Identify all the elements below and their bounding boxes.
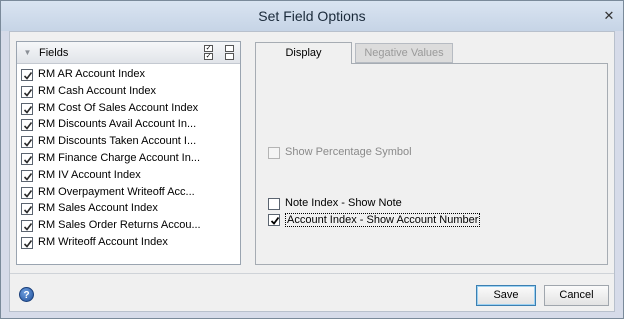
field-checkbox[interactable] bbox=[21, 236, 33, 249]
title-bar: Set Field Options ✕ bbox=[1, 1, 623, 31]
field-list-item[interactable]: RM Overpayment Writeoff Acc... bbox=[21, 185, 237, 202]
field-checkbox[interactable] bbox=[21, 69, 33, 81]
field-label[interactable]: RM Discounts Taken Account I... bbox=[38, 135, 196, 147]
fields-list: RM AR Account Index RM Cash Account Index… bbox=[21, 67, 237, 252]
fields-header-label: Fields bbox=[39, 47, 69, 59]
field-checkbox[interactable] bbox=[21, 169, 33, 182]
footer-separator bbox=[10, 273, 614, 274]
collapse-triangle-icon[interactable]: ▼ bbox=[21, 46, 34, 59]
field-list-item[interactable]: RM AR Account Index bbox=[21, 67, 237, 84]
field-list-item[interactable]: RM Finance Charge Account In... bbox=[21, 151, 237, 168]
field-checkbox[interactable] bbox=[21, 186, 33, 199]
field-list-item[interactable]: RM Cash Account Index bbox=[21, 84, 237, 101]
set-field-options-dialog: Set Field Options ✕ ▼ Fields ✓ ✓ RM AR A… bbox=[0, 0, 624, 319]
field-list-item[interactable]: RM Discounts Taken Account I... bbox=[21, 134, 237, 151]
note-index-label[interactable]: Note Index - Show Note bbox=[285, 197, 402, 209]
field-checkbox[interactable] bbox=[21, 85, 33, 98]
field-list-item[interactable]: RM IV Account Index bbox=[21, 168, 237, 185]
window-title: Set Field Options bbox=[258, 8, 366, 24]
unmark-all-icon[interactable] bbox=[225, 45, 234, 61]
field-label[interactable]: RM Cash Account Index bbox=[38, 85, 156, 97]
field-label[interactable]: RM Overpayment Writeoff Acc... bbox=[38, 186, 195, 198]
note-index-checkbox[interactable] bbox=[268, 198, 280, 210]
tab-negative-values[interactable]: Negative Values bbox=[355, 43, 453, 63]
close-icon[interactable]: ✕ bbox=[601, 8, 617, 24]
field-checkbox[interactable] bbox=[21, 220, 33, 233]
field-list-item[interactable]: RM Sales Order Returns Accou... bbox=[21, 218, 237, 235]
account-index-checkbox[interactable] bbox=[268, 214, 280, 226]
dialog-body: ▼ Fields ✓ ✓ RM AR Account Index RM Cash … bbox=[9, 31, 615, 312]
field-label[interactable]: RM IV Account Index bbox=[38, 169, 141, 181]
field-list-item[interactable]: RM Cost Of Sales Account Index bbox=[21, 101, 237, 118]
show-percentage-label: Show Percentage Symbol bbox=[285, 146, 412, 158]
display-tab-panel: Show Percentage Symbol Note Index - Show… bbox=[255, 63, 608, 265]
field-list-item[interactable]: RM Discounts Avail Account In... bbox=[21, 117, 237, 134]
help-icon[interactable]: ? bbox=[19, 287, 34, 302]
field-label[interactable]: RM Finance Charge Account In... bbox=[38, 152, 200, 164]
tab-display[interactable]: Display bbox=[255, 42, 352, 64]
fields-panel: ▼ Fields ✓ ✓ RM AR Account Index RM Cash … bbox=[16, 41, 241, 265]
fields-header: ▼ Fields ✓ ✓ bbox=[17, 42, 240, 64]
field-label[interactable]: RM Cost Of Sales Account Index bbox=[38, 102, 198, 114]
field-checkbox[interactable] bbox=[21, 119, 33, 132]
field-checkbox[interactable] bbox=[21, 102, 33, 115]
field-label[interactable]: RM Discounts Avail Account In... bbox=[38, 118, 196, 130]
field-checkbox[interactable] bbox=[21, 203, 33, 216]
field-label[interactable]: RM Sales Order Returns Accou... bbox=[38, 219, 201, 231]
field-checkbox[interactable] bbox=[21, 152, 33, 165]
field-list-item[interactable]: RM Sales Account Index bbox=[21, 201, 237, 218]
field-label[interactable]: RM Writeoff Account Index bbox=[38, 236, 168, 248]
field-label[interactable]: RM Sales Account Index bbox=[38, 202, 158, 214]
show-percentage-checkbox bbox=[268, 147, 280, 159]
field-checkbox[interactable] bbox=[21, 136, 33, 149]
field-label[interactable]: RM AR Account Index bbox=[38, 68, 145, 80]
field-list-item[interactable]: RM Writeoff Account Index bbox=[21, 235, 237, 252]
account-index-label[interactable]: Account Index - Show Account Number bbox=[285, 213, 481, 227]
save-button[interactable]: Save bbox=[476, 285, 536, 306]
mark-all-icon[interactable]: ✓ ✓ bbox=[204, 45, 213, 61]
cancel-button[interactable]: Cancel bbox=[544, 285, 609, 306]
